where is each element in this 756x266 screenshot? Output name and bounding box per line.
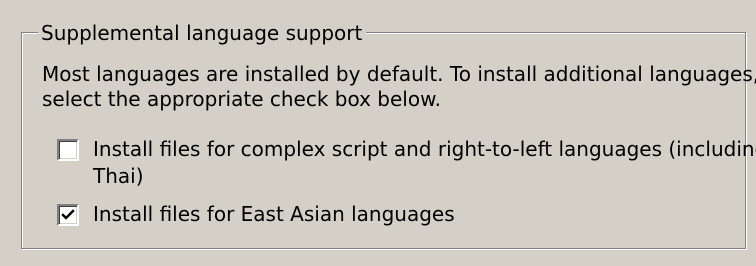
east-asian-checkbox[interactable] [57, 204, 79, 226]
intro-line-2: select the appropriate check box below. [42, 87, 441, 111]
checkmark-icon [61, 209, 75, 220]
intro-line-1: Most languages are installed by default.… [42, 62, 756, 86]
complex-script-label-line-2[interactable]: Thai) [93, 163, 733, 190]
complex-script-option[interactable]: Install files for complex script and rig… [57, 136, 756, 190]
east-asian-option[interactable]: Install files for East Asian languages [57, 201, 733, 228]
complex-script-label-line-1[interactable]: Install files for complex script and rig… [93, 136, 756, 163]
groupbox-title: Supplemental language support [38, 20, 367, 46]
east-asian-label[interactable]: Install files for East Asian languages [93, 201, 733, 228]
complex-script-label[interactable]: Install files for complex script and rig… [93, 136, 756, 190]
east-asian-label-line-1[interactable]: Install files for East Asian languages [93, 201, 733, 228]
intro-text: Most languages are installed by default.… [42, 62, 756, 112]
complex-script-checkbox[interactable] [57, 139, 79, 161]
